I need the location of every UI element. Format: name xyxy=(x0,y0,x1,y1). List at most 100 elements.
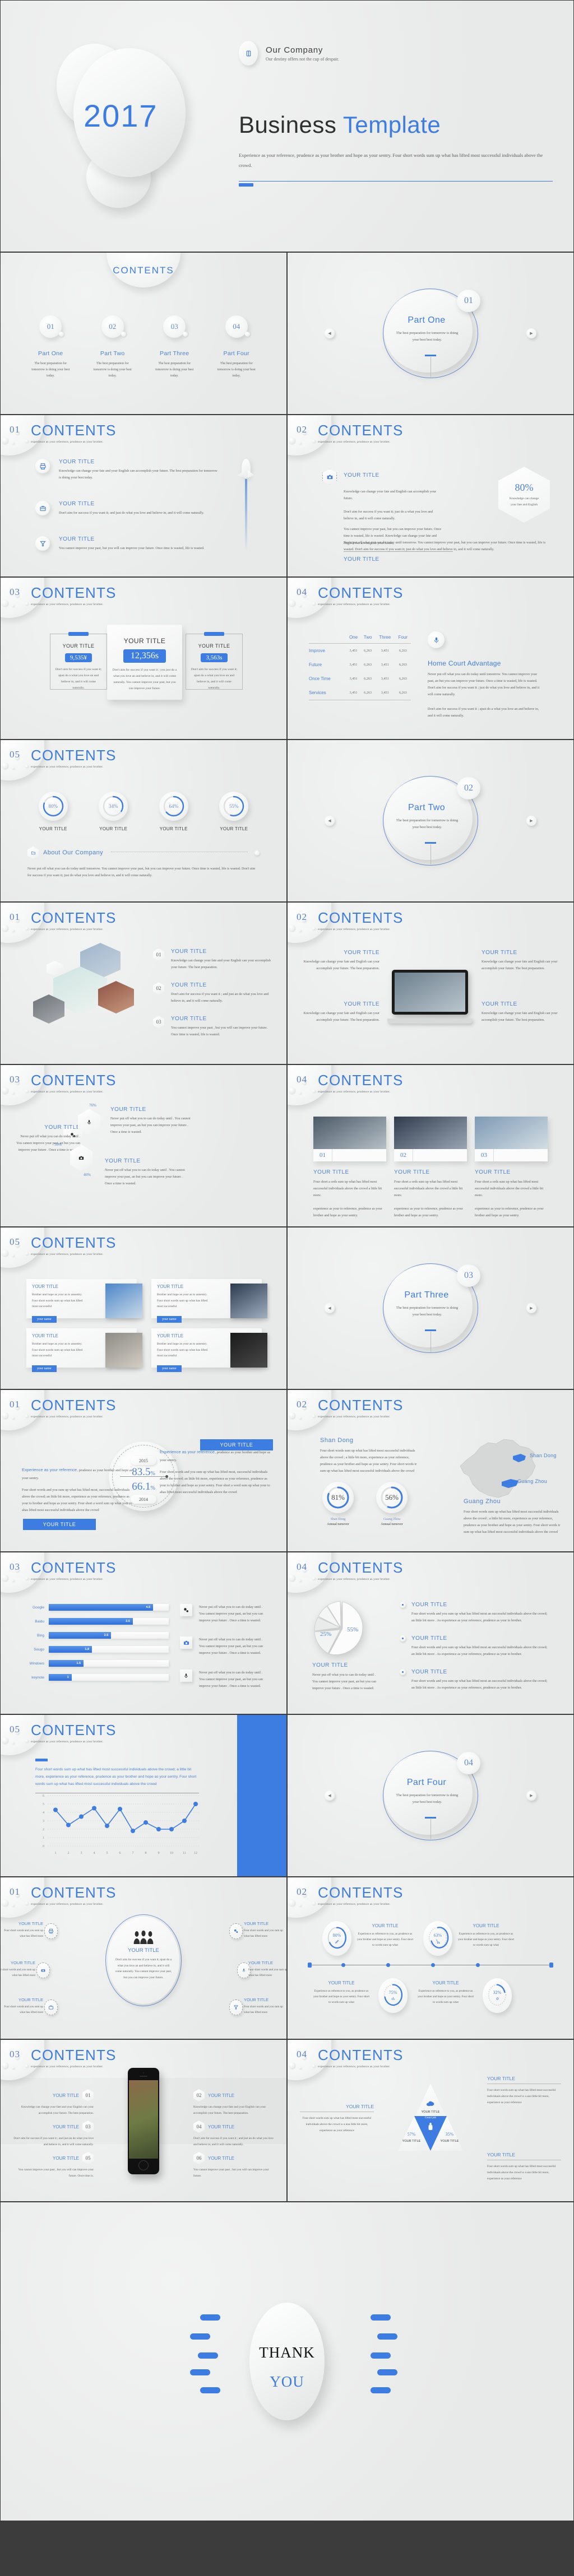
card-number: 03 xyxy=(475,1149,494,1161)
mini-card[interactable]: YOUR TITLE Brother and hope as your as t… xyxy=(151,1328,267,1372)
numbered-item[interactable]: 03 YOUR TITLE You cannot improve your pa… xyxy=(153,1016,273,1038)
left-tab[interactable]: YOUR TITLE xyxy=(23,1519,96,1530)
note-number: 01 xyxy=(82,2089,94,2101)
numbered-item[interactable]: 02 YOUR TITLE Don't aim for success if y… xyxy=(153,982,273,1005)
microphone-icon xyxy=(78,1109,100,1136)
slide-p1-text-kpi: 02 CONTENTS experience as your reference… xyxy=(287,415,574,577)
note-text: Knowledge can change your fate and your … xyxy=(21,2105,94,2115)
caption-text: Four short a ords sum up what has lifted… xyxy=(313,1180,382,1198)
next-arrow-icon[interactable]: ▶ xyxy=(526,328,536,338)
hub-label[interactable]: YOUR TITLE Four short words and you sum … xyxy=(244,1997,286,2016)
timeline-gauge[interactable]: 75% xyxy=(378,1978,408,2013)
table-cell: 6,263 xyxy=(399,677,407,681)
mini-button[interactable]: your name xyxy=(32,1316,57,1323)
phone-note[interactable]: 02 YOUR TITLE Knowledge can change your … xyxy=(193,2089,277,2116)
card-title: YOUR TITLE xyxy=(198,643,230,649)
region-donut[interactable]: 81% Shan Dong Annual turnover xyxy=(322,1482,354,1526)
legend-item[interactable]: YOUR TITLE Four short words and you sum … xyxy=(400,1602,550,1624)
prev-arrow-icon[interactable]: ◀ xyxy=(325,1791,335,1801)
phone-note[interactable]: 06 YOUR TITLE You cannot improve your pa… xyxy=(193,2152,277,2179)
contents-item-1[interactable]: 01 Part One The best preparation for tom… xyxy=(20,315,82,379)
table-row: Improve 3,451 6,263 3,451 6,263 xyxy=(309,644,411,658)
next-arrow-icon[interactable]: ▶ xyxy=(526,1303,536,1313)
gauge-label: YOUR TITLE xyxy=(39,826,67,831)
next-arrow-icon[interactable]: ▶ xyxy=(526,1791,536,1801)
hub-label[interactable]: YOUR TITLE Four short words and you sum … xyxy=(248,1960,286,1979)
feature-note[interactable]: YOUR TITLE Knowledge can change your fat… xyxy=(301,950,379,972)
prev-arrow-icon[interactable]: ◀ xyxy=(325,328,335,338)
note-text: Never put off what you to can do today u… xyxy=(199,1670,263,1688)
hex-note[interactable]: YOUR TITLE Never put off what you to can… xyxy=(110,1106,195,1136)
divider-description: The best preparation for tomorrow is doi… xyxy=(396,819,459,830)
card-tab xyxy=(68,632,89,636)
numbered-item[interactable]: 01 YOUR TITLE Knowledge can change your … xyxy=(153,948,273,971)
contents-item-3[interactable]: 03 Part Three The best preparation for t… xyxy=(144,315,206,379)
phone-note[interactable]: YOUR TITLE 03 Don't aim for success if y… xyxy=(10,2121,94,2147)
mini-card[interactable]: YOUR TITLE Brother and hope as your as t… xyxy=(151,1279,267,1323)
phone-mockup xyxy=(128,2068,159,2174)
stat-card-right[interactable]: YOUR TITLE 3,563s Don't aim for success … xyxy=(186,632,243,690)
svg-text:5: 5 xyxy=(43,1803,44,1806)
bar-track: 4.5 xyxy=(49,1604,169,1611)
region-text: Four short words sum up what has lifted … xyxy=(320,1449,417,1473)
book-icon xyxy=(246,50,251,57)
prev-arrow-icon[interactable]: ◀ xyxy=(325,816,335,826)
hub-label[interactable]: YOUR TITLE Four short words and you sum … xyxy=(1,1921,43,1940)
callout-lead: Experience as your reference, prudence a… xyxy=(160,1449,271,1463)
mini-card[interactable]: YOUR TITLE Brother and hope as your as t… xyxy=(26,1328,142,1372)
hex-note[interactable]: YOUR TITLE Never put off what you to can… xyxy=(105,1158,189,1187)
note-title: YOUR TITLE xyxy=(482,950,517,956)
map-label-shandong: Shan Dong xyxy=(530,1453,557,1458)
bar-value: 1 xyxy=(67,1676,69,1679)
legend-item[interactable]: YOUR TITLE Four short words and you sum … xyxy=(400,1635,550,1658)
right-tab[interactable]: YOUR TITLE xyxy=(200,1439,273,1450)
prev-arrow-icon[interactable]: ◀ xyxy=(325,1303,335,1313)
contents-number: 04 xyxy=(225,315,250,338)
region-donut[interactable]: 56% Guang Zhou Annual turnover xyxy=(376,1482,408,1526)
legend-item[interactable]: YOUR TITLE Four short words and you sum … xyxy=(400,1669,550,1691)
slide-number: 04 xyxy=(297,2049,307,2059)
phone-note[interactable]: YOUR TITLE 01 Knowledge can change your … xyxy=(10,2089,94,2116)
hub-label[interactable]: YOUR TITLE Four short words and you sum … xyxy=(1,1960,35,1979)
hub-label[interactable]: YOUR TITLE Four short words and you sum … xyxy=(244,1921,286,1940)
stat-card-center[interactable]: YOUR TITLE 12,356s Don't aim for success… xyxy=(107,625,182,700)
note-title: YOUR TITLE xyxy=(53,2155,79,2161)
slide-subtitle: experience as your reference, prudence a… xyxy=(318,928,391,931)
timeline-gauge[interactable]: 80% xyxy=(322,1921,351,1956)
donut-gauge[interactable]: 34% YOUR TITLE xyxy=(99,792,128,831)
feature-row[interactable]: YOUR TITLE You cannot improve your past,… xyxy=(35,536,220,552)
phone-note[interactable]: YOUR TITLE 05 You cannot improve your pa… xyxy=(10,2152,94,2179)
phone-note[interactable]: 04 YOUR TITLE Don't aim for success if y… xyxy=(193,2121,277,2147)
photo-card[interactable]: 01 xyxy=(313,1117,386,1161)
feature-row[interactable]: YOUR TITLE Don't aim for success if you … xyxy=(35,501,220,517)
hub-label[interactable]: YOUR TITLE Four short words and you sum … xyxy=(1,1997,43,2016)
mini-card[interactable]: YOUR TITLE Brother and hope as your as t… xyxy=(26,1279,142,1323)
next-arrow-icon[interactable]: ▶ xyxy=(526,816,536,826)
timeline-gauge[interactable]: 32% xyxy=(483,1978,512,2013)
camera-icon xyxy=(180,1636,192,1649)
feature-note[interactable]: YOUR TITLE Knowledge can change your fat… xyxy=(482,950,560,972)
contents-item-2[interactable]: 02 Part Two The best preparation for tom… xyxy=(82,315,144,379)
donut-gauge[interactable]: 80% YOUR TITLE xyxy=(38,792,68,831)
mini-button[interactable]: your name xyxy=(157,1316,182,1323)
contents-item-4[interactable]: 04 Part Four The best preparation for to… xyxy=(206,315,268,379)
donut-gauge[interactable]: 55% YOUR TITLE xyxy=(219,792,249,831)
mini-button[interactable]: your name xyxy=(32,1365,57,1372)
mini-button[interactable]: your name xyxy=(157,1365,182,1372)
donut-gauge[interactable]: 64% YOUR TITLE xyxy=(159,792,188,831)
contents-part-name: Part Three xyxy=(160,350,189,357)
note-title: YOUR TITLE xyxy=(208,2093,234,2098)
note-title: YOUR TITLE xyxy=(110,1106,146,1113)
stat-card-left[interactable]: YOUR TITLE 9,535¥ Don't aim for success … xyxy=(50,632,107,690)
feature-row[interactable]: YOUR TITLE Knowledge can change your fat… xyxy=(35,459,220,481)
photo-card[interactable]: 02 xyxy=(394,1117,467,1161)
pen-icon xyxy=(335,1940,339,1943)
pyramid-left-percent: 57% xyxy=(407,2132,416,2137)
left-callout: Experience as your reference, prudence a… xyxy=(22,1466,135,1514)
photo-card[interactable]: 03 xyxy=(475,1117,548,1161)
slide-subtitle: experience as your reference, prudence a… xyxy=(318,1903,391,1906)
bar-row: Windows 1.5 xyxy=(22,1660,169,1667)
feature-note[interactable]: YOUR TITLE Knowledge can change your fat… xyxy=(301,1001,379,1024)
timeline-gauge[interactable]: 63% xyxy=(423,1921,452,1956)
feature-note[interactable]: YOUR TITLE Knowledge can change your fat… xyxy=(482,1001,560,1024)
